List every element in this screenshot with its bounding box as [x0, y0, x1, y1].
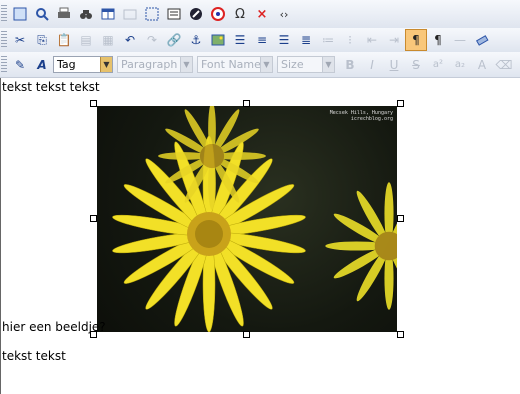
resize-handle-s[interactable]	[243, 331, 250, 338]
edit-icon[interactable]: ✎	[9, 54, 31, 76]
omega-icon[interactable]: Ω	[229, 3, 251, 25]
close-x-icon[interactable]: ×	[251, 3, 273, 25]
chevron-down-icon[interactable]: ▼	[100, 57, 112, 72]
newsletter-icon[interactable]	[163, 3, 185, 25]
subscript-button[interactable]: a₂	[449, 54, 471, 76]
pilcrow-icon[interactable]: ¶	[427, 29, 449, 51]
size-select-value: Size	[281, 58, 304, 71]
indent-icon[interactable]: ⇥	[383, 29, 405, 51]
image-watermark: Mecsek Hills, Hungary icrechblog.org	[329, 110, 393, 122]
size-select[interactable]: Size ▼	[277, 56, 335, 73]
image-icon[interactable]	[207, 29, 229, 51]
resize-handle-se[interactable]	[397, 331, 404, 338]
text-line: tekst tekst tekst	[2, 80, 100, 94]
bold-button[interactable]: B	[339, 54, 361, 76]
rule-icon[interactable]	[119, 3, 141, 25]
remove-format-button[interactable]: ⌫	[493, 54, 515, 76]
resize-handle-nw[interactable]	[90, 100, 97, 107]
chevron-down-icon[interactable]: ▼	[260, 57, 272, 72]
align-right-icon[interactable]: ☰	[273, 29, 295, 51]
cut-icon[interactable]: ✂	[9, 29, 31, 51]
font-select-value: Font Name	[201, 58, 261, 71]
code-icon[interactable]: ‹›	[273, 3, 295, 25]
paste-word-icon[interactable]: ▦	[97, 29, 119, 51]
toolbar-row-2: ✂ ⎘ 📋 ▤ ▦ ↶ ↷ 🔗 ⚓ ☰ ≡ ☰ ≣ ≔ ⁝ ⇤ ⇥ ¶ ¶ —	[0, 28, 520, 53]
selected-image[interactable]: Mecsek Hills, Hungary icrechblog.org	[97, 106, 397, 332]
resize-handle-w[interactable]	[90, 215, 97, 222]
flower-picture	[112, 106, 397, 332]
resize-handle-ne[interactable]	[397, 100, 404, 107]
preview-icon[interactable]	[31, 3, 53, 25]
paragraph-select-value: Paragraph	[121, 58, 178, 71]
text-line: hier een beeldje?	[2, 320, 106, 334]
toolbar-row-1: Ω × ‹›	[0, 0, 520, 29]
anchor-icon[interactable]: ⚓	[185, 29, 207, 51]
find-icon[interactable]	[75, 3, 97, 25]
resize-handle-e[interactable]	[397, 215, 404, 222]
resize-handle-n[interactable]	[243, 100, 250, 107]
redo-icon[interactable]: ↷	[141, 29, 163, 51]
toolbar-grip[interactable]	[1, 55, 7, 74]
unordered-list-icon[interactable]: ⁝	[339, 29, 361, 51]
superscript-button[interactable]: a²	[427, 54, 449, 76]
align-left-icon[interactable]: ☰	[229, 29, 251, 51]
chevron-down-icon[interactable]: ▼	[180, 57, 192, 72]
text-color-button[interactable]: A	[471, 54, 493, 76]
toolbar-row-3: ✎ A Tag ▼ Paragraph ▼ Font Name ▼ Size ▼…	[0, 52, 520, 78]
color-icon[interactable]	[207, 3, 229, 25]
text-line: tekst tekst	[2, 349, 66, 363]
tag-select[interactable]: Tag ▼	[53, 56, 113, 73]
toolbar-grip[interactable]	[1, 31, 7, 49]
paragraph-select[interactable]: Paragraph ▼	[117, 56, 193, 73]
outdent-icon[interactable]: ⇤	[361, 29, 383, 51]
undo-icon[interactable]: ↶	[119, 29, 141, 51]
hr-icon[interactable]: —	[449, 29, 471, 51]
link-icon[interactable]: 🔗	[163, 29, 185, 51]
eraser-icon[interactable]	[471, 29, 493, 51]
show-blocks-icon[interactable]: ¶	[405, 29, 427, 51]
chevron-down-icon[interactable]: ▼	[322, 57, 334, 72]
select-all-icon[interactable]	[141, 3, 163, 25]
paste-text-icon[interactable]: ▤	[75, 29, 97, 51]
table-icon[interactable]	[97, 3, 119, 25]
tag-select-value: Tag	[57, 58, 76, 71]
italic-button[interactable]: I	[361, 54, 383, 76]
ordered-list-icon[interactable]: ≔	[317, 29, 339, 51]
justify-icon[interactable]: ≣	[295, 29, 317, 51]
font-select[interactable]: Font Name ▼	[197, 56, 273, 73]
underline-button[interactable]: U	[383, 54, 405, 76]
source-icon[interactable]	[9, 3, 31, 25]
toolbar-grip[interactable]	[1, 5, 7, 23]
style-icon[interactable]: A	[31, 54, 53, 76]
strike-button[interactable]: S	[405, 54, 427, 76]
align-center-icon[interactable]: ≡	[251, 29, 273, 51]
print-icon[interactable]	[53, 3, 75, 25]
paste-icon[interactable]: 📋	[53, 29, 75, 51]
anchor-circle-icon[interactable]	[185, 3, 207, 25]
copy-icon[interactable]: ⎘	[31, 29, 53, 51]
